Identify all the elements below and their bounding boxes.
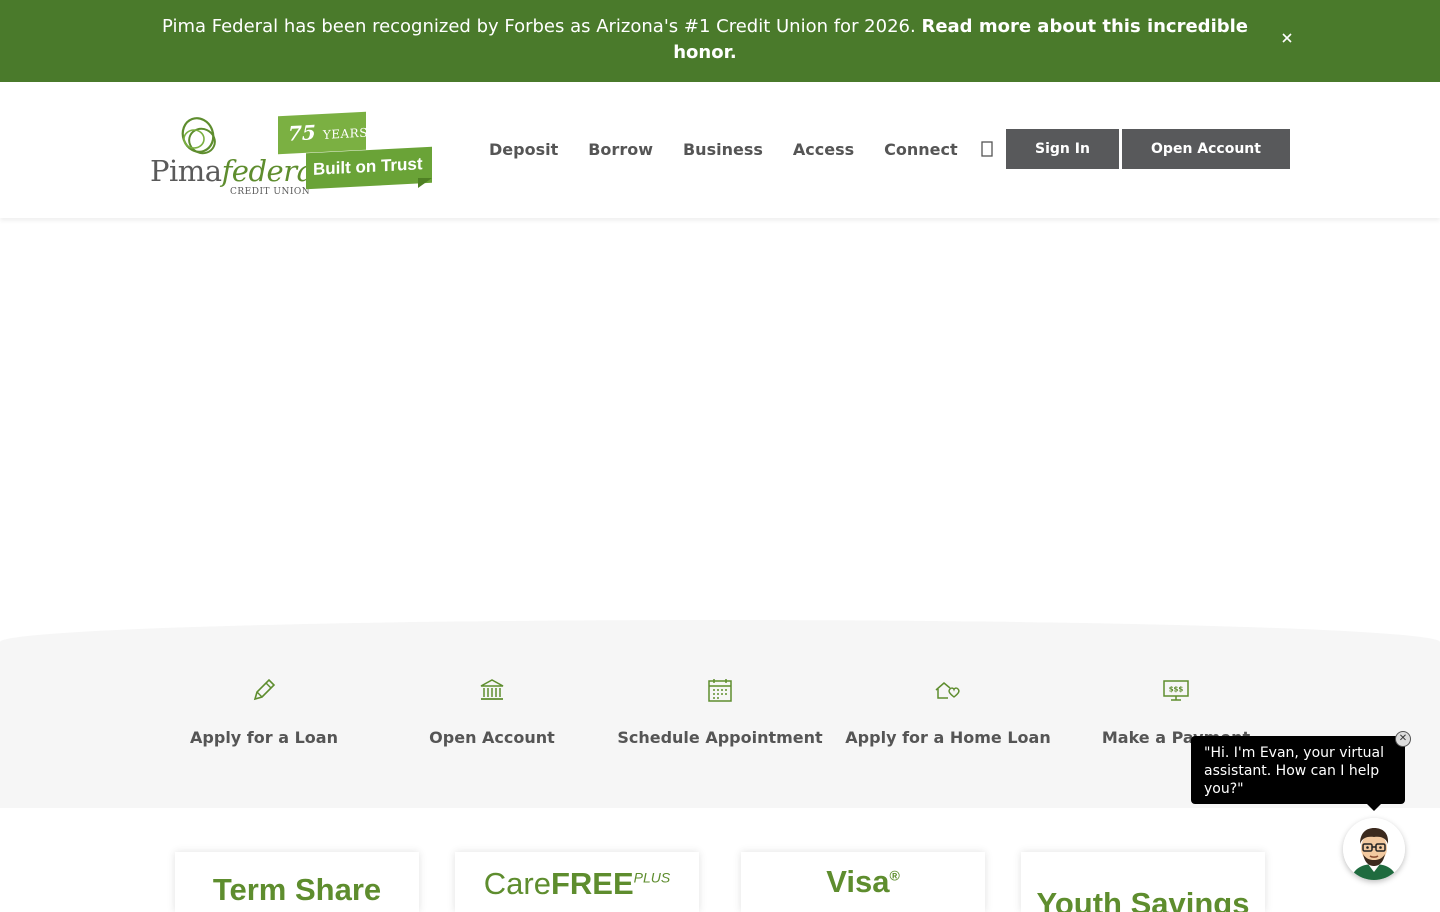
- anniversary-badge: 75 YEARS: [278, 111, 368, 155]
- svg-text:$$$: $$$: [1169, 686, 1184, 694]
- product-card-visa[interactable]: Visa®: [741, 852, 985, 912]
- card-title: Youth Savings: [1036, 886, 1250, 912]
- anniversary-years: YEARS: [322, 125, 368, 142]
- payment-monitor-icon: $$$: [1163, 680, 1189, 701]
- card-title: Visa®: [741, 864, 985, 900]
- close-icon[interactable]: [1280, 32, 1294, 48]
- house-heart-icon: [935, 682, 960, 699]
- logo-name-plain: Pima: [150, 154, 222, 188]
- chat-greeting-bubble[interactable]: "Hi. I'm Evan, your virtual assistant. H…: [1191, 736, 1405, 811]
- sign-in-button[interactable]: Sign In: [1006, 129, 1119, 169]
- nav-item-connect[interactable]: Connect: [869, 140, 973, 159]
- calendar-icon: [708, 679, 732, 702]
- nav-item-borrow[interactable]: Borrow: [573, 140, 668, 159]
- product-card-carefree-plus[interactable]: CareFREEPLUS: [455, 852, 699, 912]
- site-header: Pimafederal CREDIT UNION 75 YEARS Built …: [0, 82, 1440, 218]
- card-title-registered: ®: [889, 867, 900, 884]
- quick-link-label: Apply for a Loan: [190, 728, 338, 747]
- quick-link-home-loan[interactable]: Apply for a Home Loan: [834, 676, 1062, 747]
- pencil-icon: [253, 678, 276, 701]
- card-title-free: FREE: [550, 866, 634, 901]
- quick-link-label: Schedule Appointment: [617, 728, 823, 747]
- card-title: Term Share: [212, 872, 382, 907]
- logo-subtitle: CREDIT UNION: [230, 187, 311, 197]
- announcement-banner: Pima Federal has been recognized by Forb…: [0, 0, 1440, 82]
- chat-message: "Hi. I'm Evan, your virtual assistant. H…: [1204, 745, 1384, 797]
- card-title-visa: Visa: [826, 864, 890, 899]
- card-title-plus: PLUS: [633, 869, 671, 886]
- tagline-text: Built on Trust: [313, 154, 423, 179]
- nav-item-deposit[interactable]: Deposit: [474, 140, 573, 159]
- announcement-message: Pima Federal has been recognized by Forb…: [161, 16, 922, 37]
- tagline-ribbon: Built on Trust: [306, 146, 432, 190]
- open-account-button[interactable]: Open Account: [1122, 129, 1290, 169]
- nav-item-business[interactable]: Business: [668, 140, 778, 159]
- anniversary-number: 75: [288, 120, 316, 146]
- chat-bubble-pointer: [1367, 804, 1381, 811]
- quick-link-open-account[interactable]: Open Account: [378, 676, 606, 747]
- announcement-text: Pima Federal has been recognized by Forb…: [150, 14, 1260, 66]
- main-nav: Deposit Borrow Business Access Connect: [474, 134, 997, 164]
- card-title: CareFREEPLUS: [455, 866, 699, 902]
- quick-link-label: Open Account: [429, 728, 555, 747]
- logo-wordmark: Pimafederal: [150, 154, 323, 188]
- quick-link-schedule-appointment[interactable]: Schedule Appointment: [606, 676, 834, 747]
- assistant-avatar-icon[interactable]: [1343, 818, 1405, 880]
- chat-close-icon[interactable]: ✕: [1395, 731, 1411, 747]
- bank-icon: [480, 679, 504, 700]
- nav-item-access[interactable]: Access: [778, 140, 869, 159]
- product-card-term-share[interactable]: Term Share: [175, 852, 419, 912]
- quick-link-apply-loan[interactable]: Apply for a Loan: [150, 676, 378, 747]
- quick-link-label: Apply for a Home Loan: [845, 728, 1051, 747]
- pima-federal-logo[interactable]: Pimafederal CREDIT UNION 75 YEARS Built …: [150, 111, 435, 197]
- product-card-youth-savings[interactable]: Youth Savings: [1021, 852, 1265, 912]
- ribbon-tail: [418, 178, 432, 188]
- logo-rings-icon: [181, 117, 216, 155]
- card-title-care: Care: [483, 866, 551, 901]
- search-icon[interactable]: [979, 140, 997, 158]
